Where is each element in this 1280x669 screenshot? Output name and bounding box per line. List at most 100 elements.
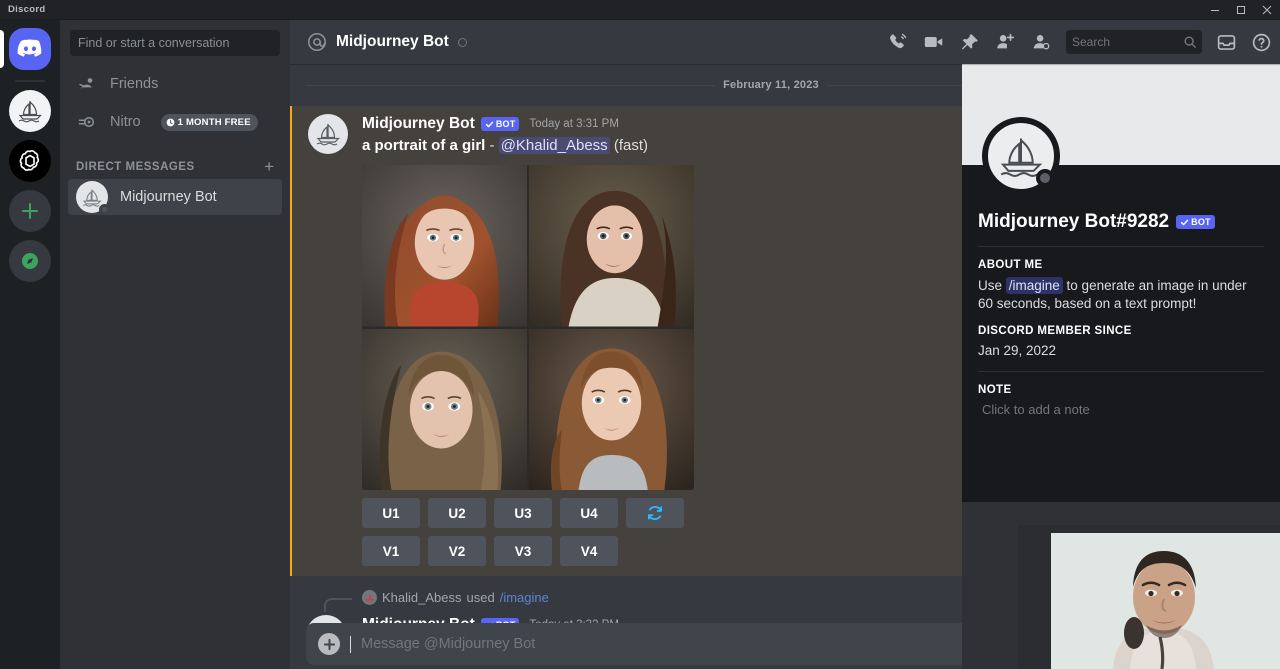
offline-status-icon — [458, 38, 467, 47]
rail-item-add-server[interactable] — [0, 190, 60, 232]
message-prompt: a portrait of a girl — [362, 137, 485, 154]
at-sign-icon — [306, 31, 328, 53]
member-since-value: Jan 29, 2022 — [978, 343, 1264, 358]
variation-button-v4[interactable]: V4 — [560, 536, 618, 566]
sidebar-item-friends-label: Friends — [110, 76, 158, 92]
avatar — [76, 181, 108, 213]
inbox-icon[interactable] — [1216, 32, 1237, 53]
profile-divider — [978, 246, 1264, 247]
upscale-button-u2[interactable]: U2 — [428, 498, 486, 528]
reroll-button[interactable] — [626, 498, 684, 528]
upscale-button-u3[interactable]: U3 — [494, 498, 552, 528]
sidebar-list: Friends Nitro 1 MONTH FREE DIRECT MESSAG… — [60, 66, 290, 669]
date-divider-label: February 11, 2023 — [715, 79, 827, 91]
chat-header-tools: Search — [887, 30, 1272, 54]
profile-name-row: Midjourney Bot #9282 BOT — [978, 211, 1264, 233]
search-conversation-input[interactable]: Find or start a conversation — [70, 30, 280, 56]
status-badge — [99, 204, 110, 215]
variation-button-v2[interactable]: V2 — [428, 536, 486, 566]
about-me-label: ABOUT ME — [978, 259, 1264, 271]
generated-image-grid[interactable] — [362, 165, 694, 490]
member-panel: Midjourney Bot #9282 BOT ABOUT ME Use /i… — [962, 20, 1280, 669]
search-icon — [1183, 35, 1197, 49]
grid-cell-3[interactable] — [362, 329, 527, 491]
rail-item-midjourney[interactable] — [0, 90, 60, 132]
close-button[interactable] — [1254, 0, 1280, 20]
profile-username: Midjourney Bot — [978, 211, 1116, 233]
divider-line-left — [306, 85, 715, 86]
note-label: NOTE — [978, 384, 1264, 396]
webcam-video — [1018, 525, 1280, 669]
sidebar-item-nitro[interactable]: Nitro 1 MONTH FREE — [68, 104, 282, 140]
avatar[interactable] — [982, 117, 1060, 195]
add-friend-icon[interactable] — [994, 31, 1016, 53]
direct-messages-label: DIRECT MESSAGES — [76, 161, 195, 173]
bot-badge: BOT — [1176, 215, 1215, 229]
refresh-icon — [646, 504, 664, 522]
webcam-overlay — [1018, 525, 1280, 669]
note-input[interactable]: Click to add a note — [978, 402, 1264, 417]
verified-check-icon — [485, 120, 494, 129]
dm-sidebar: Find or start a conversation Friends — [60, 20, 290, 669]
grid-cell-4[interactable] — [529, 329, 694, 491]
message-speed: (fast) — [614, 137, 648, 154]
text-caret — [350, 636, 351, 653]
sidebar-item-midjourney-bot[interactable]: Midjourney Bot — [68, 179, 282, 215]
sidebar-item-midjourney-bot-label: Midjourney Bot — [120, 189, 217, 205]
variation-button-v1[interactable]: V1 — [362, 536, 420, 566]
command-used-label: used — [467, 590, 495, 605]
discord-window: Discord — [0, 0, 1280, 669]
variation-button-v3[interactable]: V3 — [494, 536, 552, 566]
nitro-icon — [76, 111, 98, 133]
friends-icon — [76, 73, 98, 95]
maximize-button[interactable] — [1228, 0, 1254, 20]
bot-badge: BOT — [481, 117, 520, 131]
pin-icon[interactable] — [959, 32, 980, 53]
app-title: Discord — [0, 4, 45, 15]
imagine-command-chip: /imagine — [1006, 277, 1063, 294]
sailboat-icon[interactable] — [9, 90, 51, 132]
command-name[interactable]: /imagine — [500, 590, 549, 605]
rail-item-explore[interactable] — [0, 240, 60, 282]
bot-badge-label: BOT — [1191, 217, 1211, 227]
command-user: Khalid_Abess — [382, 590, 462, 605]
rail-item-openai[interactable] — [0, 140, 60, 182]
video-call-icon[interactable] — [923, 31, 945, 53]
server-rail — [0, 20, 60, 669]
user-mention[interactable]: @Khalid_Abess — [499, 137, 610, 154]
openai-icon[interactable] — [9, 140, 51, 182]
create-dm-button[interactable]: + — [264, 158, 274, 175]
user-profile-icon[interactable] — [1030, 31, 1052, 53]
nitro-free-badge: 1 MONTH FREE — [161, 114, 258, 131]
plus-attachment-icon[interactable] — [318, 633, 340, 655]
discord-logo-icon[interactable] — [9, 28, 51, 70]
status-badge — [1036, 169, 1054, 187]
search-input[interactable]: Search — [1066, 30, 1202, 54]
profile-divider — [978, 371, 1264, 372]
avatar[interactable] — [308, 114, 348, 154]
help-icon[interactable] — [1251, 32, 1272, 53]
profile-discriminator: #9282 — [1116, 211, 1169, 233]
voice-call-icon[interactable] — [887, 31, 909, 53]
bot-badge-label: BOT — [496, 114, 516, 134]
user-profile-popout: Midjourney Bot #9282 BOT ABOUT ME Use /i… — [962, 60, 1280, 502]
rail-item-home[interactable] — [0, 28, 60, 70]
about-me-pre: Use — [978, 278, 1006, 293]
upscale-button-u1[interactable]: U1 — [362, 498, 420, 528]
grid-cell-1[interactable] — [362, 165, 527, 327]
chat-header: Midjourney Bot — [290, 20, 1280, 64]
sidebar-item-friends[interactable]: Friends — [68, 66, 282, 102]
member-since-label: DISCORD MEMBER SINCE — [978, 325, 1264, 337]
avatar — [362, 590, 377, 605]
message-timestamp: Today at 3:31 PM — [529, 114, 619, 134]
profile-body: Midjourney Bot #9282 BOT ABOUT ME Use /i… — [962, 165, 1280, 417]
grid-cell-2[interactable] — [529, 165, 694, 327]
message-author[interactable]: Midjourney Bot — [362, 114, 475, 134]
compass-icon[interactable] — [9, 240, 51, 282]
plus-icon[interactable] — [9, 190, 51, 232]
nitro-free-badge-label: 1 MONTH FREE — [178, 117, 251, 128]
active-server-marker — [0, 30, 4, 68]
minimize-button[interactable] — [1202, 0, 1228, 20]
upscale-button-u4[interactable]: U4 — [560, 498, 618, 528]
direct-messages-header: DIRECT MESSAGES + — [68, 142, 282, 179]
